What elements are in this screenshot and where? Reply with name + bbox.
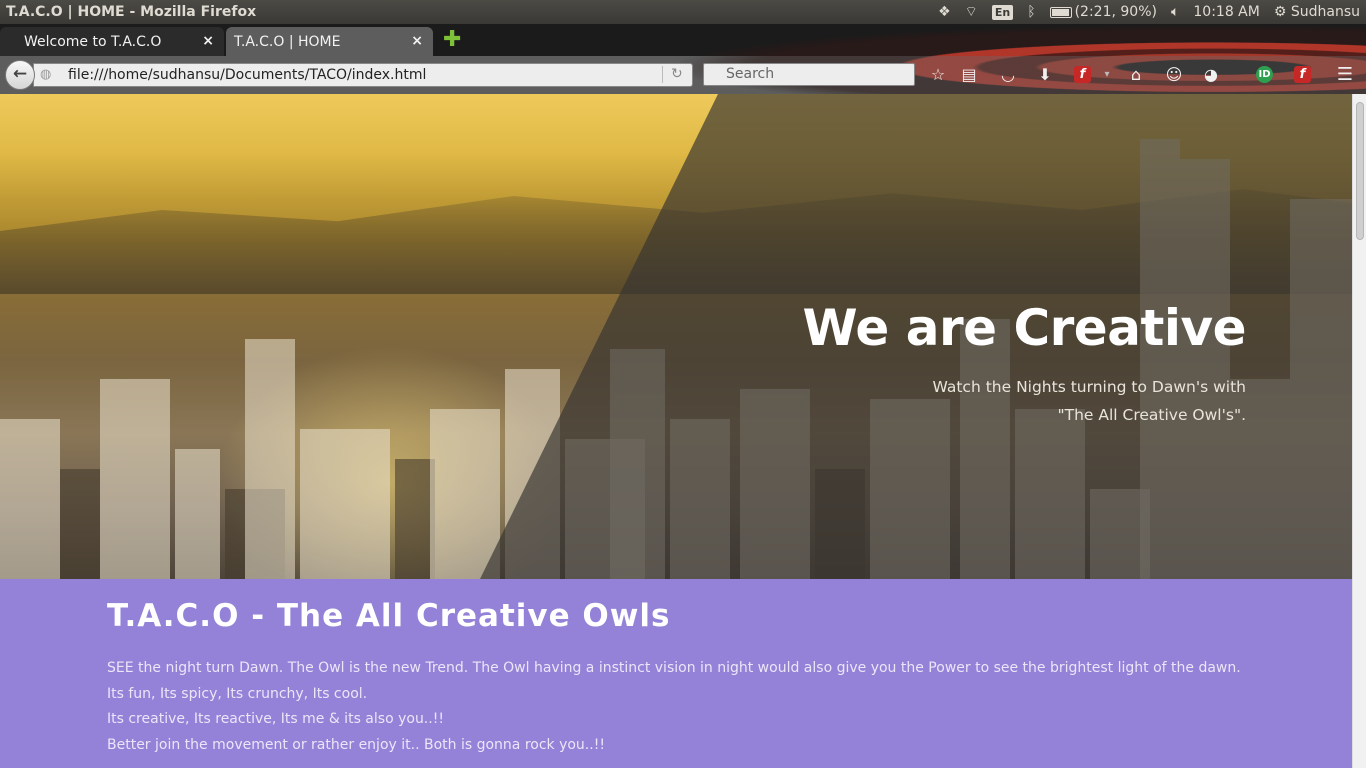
bookmark-star-icon[interactable]: ☆ [927,64,949,86]
volume-icon[interactable]: 🔈︎ [1171,4,1179,20]
scrollbar-thumb[interactable] [1356,102,1364,240]
battery-icon [1049,6,1072,18]
hero-banner: We are Creative Watch the Nights turning… [0,94,1352,579]
extension-icon[interactable]: ◕ [1200,64,1222,86]
tab-home[interactable]: T.A.C.O | HOME × [226,27,433,56]
about-text: SEE the night turn Dawn. The Owl is the … [107,656,1352,758]
about-line: Better join the movement or rather enjoy… [107,736,605,753]
pocket-icon[interactable]: ◡ [997,64,1019,86]
user-name: Sudhansu [1290,4,1360,20]
extension-green-icon[interactable]: ID [1256,66,1273,83]
bluetooth-icon[interactable]: ᛒ [1027,4,1035,20]
home-icon[interactable]: ⌂ [1125,64,1147,86]
battery-status: (2:21, 90%) [1074,4,1157,20]
tab-welcome[interactable]: Welcome to T.A.C.O × [0,27,224,56]
site-identity-icon[interactable]: ◍ [40,67,51,82]
flash-icon[interactable]: f [1294,66,1311,83]
downloads-icon[interactable]: ⬇ [1034,64,1056,86]
menu-icon[interactable]: ☰ [1334,64,1356,86]
close-tab-icon[interactable]: × [411,33,423,49]
os-top-panel: T.A.C.O | HOME - Mozilla Firefox ❖ ⌔ En … [0,0,1366,24]
about-line: Its fun, Its spicy, Its crunchy, Its coo… [107,685,368,702]
url-bar[interactable]: file:///home/sudhansu/Documents/TACO/ind… [33,63,693,87]
back-button[interactable]: ← [5,60,35,90]
reload-icon: ↻ [671,66,683,82]
page-viewport: We are Creative Watch the Nights turning… [0,94,1352,768]
chevron-down-icon[interactable]: ▾ [1096,64,1118,86]
tab-strip: Welcome to T.A.C.O × T.A.C.O | HOME × ✚ [0,24,1366,56]
about-line: Its creative, Its reactive, Its me & its… [107,711,444,727]
reading-list-icon[interactable]: ▤ [958,64,980,86]
reload-button[interactable]: ↻ [662,66,683,83]
clock[interactable]: 10:18 AM [1193,4,1259,20]
user-menu[interactable]: ⚙ Sudhansu [1274,4,1360,20]
about-title: T.A.C.O - The All Creative Owls [107,598,671,634]
flash-icon[interactable]: f [1074,66,1091,83]
wifi-icon[interactable]: ⌔ [965,3,978,21]
dropbox-icon[interactable]: ❖ [938,4,951,20]
theme-background [666,24,1366,56]
close-tab-icon[interactable]: × [202,33,214,49]
back-arrow-icon: ← [12,64,28,84]
page-scrollbar[interactable] [1352,94,1366,768]
chat-icon[interactable]: ☺ [1163,64,1185,86]
keyboard-layout-indicator[interactable]: En [991,4,1014,20]
gear-icon: ⚙ [1273,4,1287,20]
tab-label: T.A.C.O | HOME [234,33,341,50]
window-title: T.A.C.O | HOME - Mozilla Firefox [6,4,257,20]
new-tab-button[interactable]: ✚ [443,29,461,51]
hero-headline: We are Creative [802,299,1247,357]
about-line: SEE the night turn Dawn. The Owl is the … [107,660,1241,676]
hero-tagline: Watch the Nights turning to Dawn's with … [932,378,1246,424]
about-section: T.A.C.O - The All Creative Owls SEE the … [0,579,1352,768]
search-input[interactable]: Search [703,63,915,86]
tab-label: Welcome to T.A.C.O [24,33,162,50]
battery-indicator[interactable]: (2:21, 90%) [1049,4,1157,20]
